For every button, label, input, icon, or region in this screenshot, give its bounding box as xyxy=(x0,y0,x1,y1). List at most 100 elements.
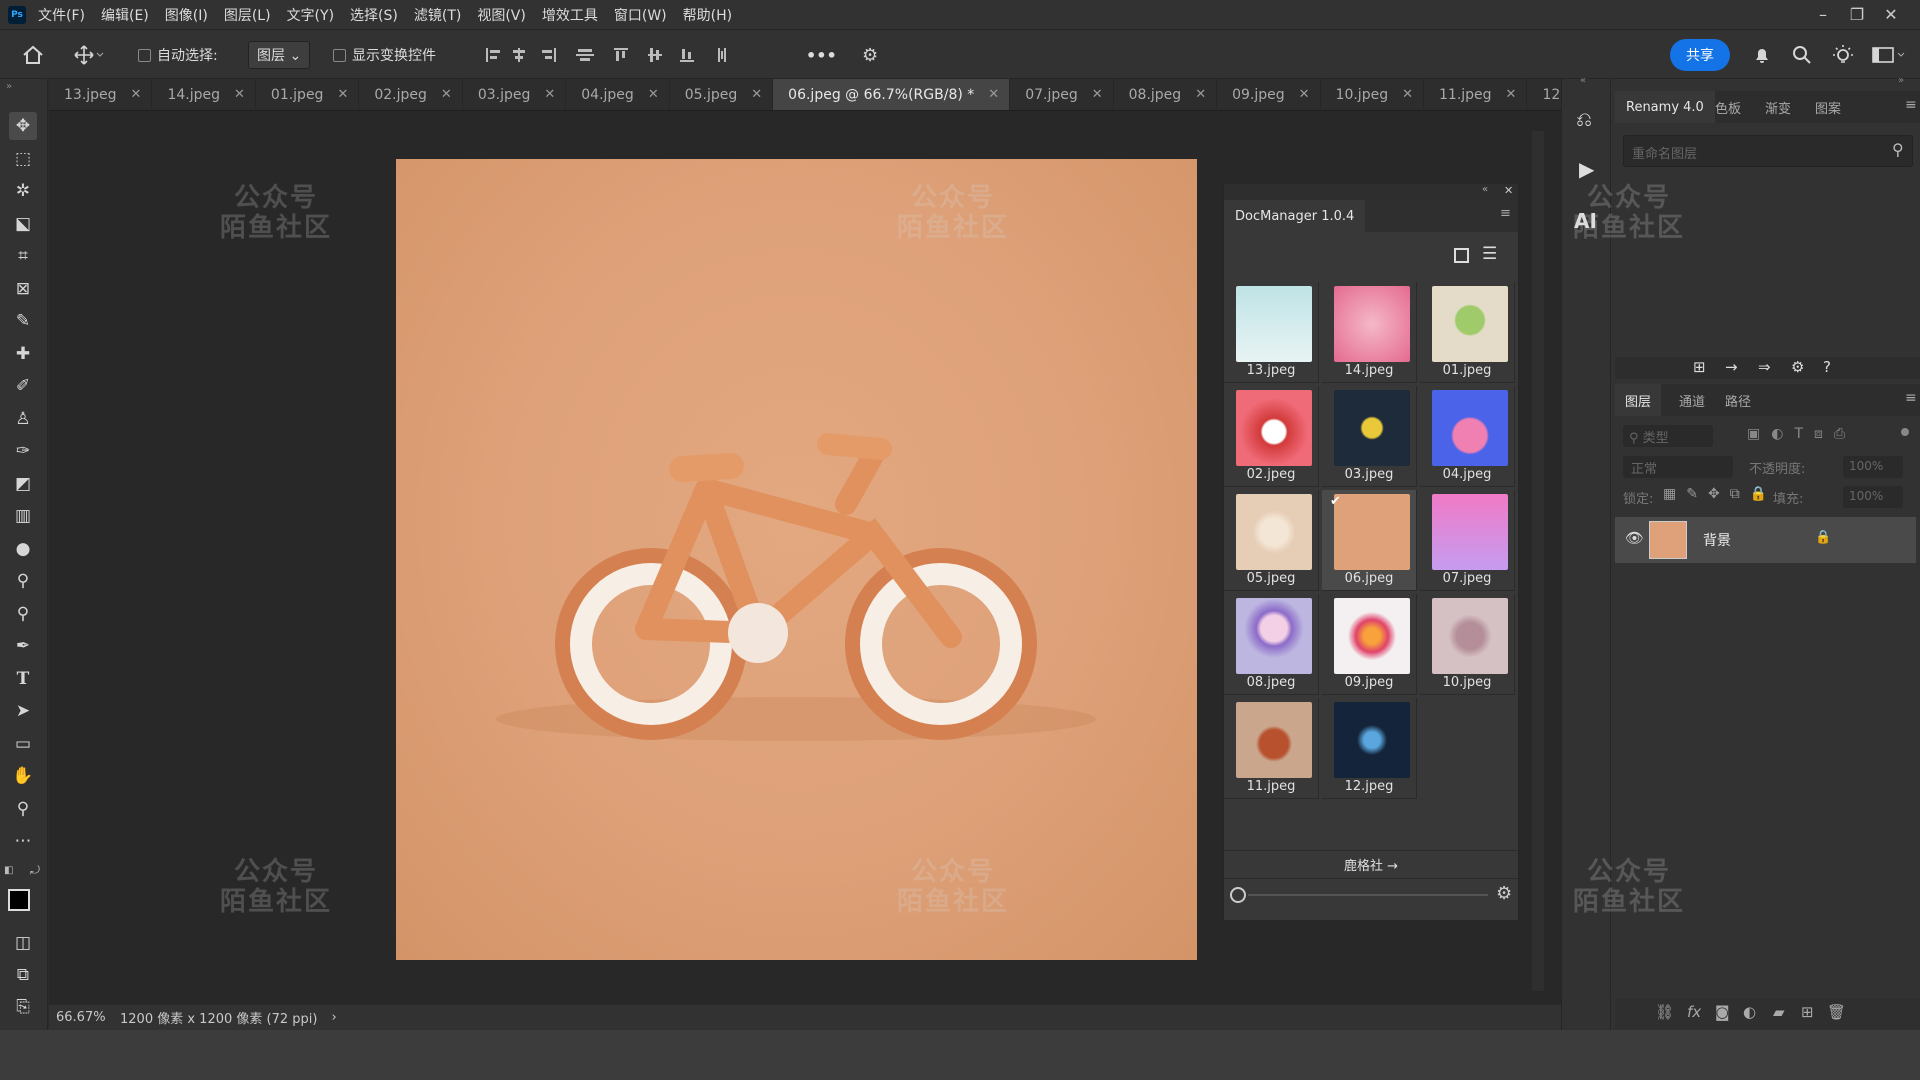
panel-menu-icon[interactable]: ≡ xyxy=(1905,97,1917,113)
panel-drag-bar[interactable]: « ✕ xyxy=(1224,184,1518,200)
tab-10[interactable]: 10.jpeg ✕ xyxy=(1320,79,1424,110)
gear-icon[interactable]: ⚙ xyxy=(1791,358,1804,376)
fill-input[interactable]: 100% xyxy=(1843,486,1903,508)
fx-icon[interactable]: fx xyxy=(1687,1003,1701,1021)
adjustment-layer-icon[interactable]: ◐ xyxy=(1743,1003,1756,1021)
tab-layers[interactable]: 图层 xyxy=(1615,384,1662,416)
tab-paths[interactable]: 路径 xyxy=(1725,391,1751,410)
help-icon[interactable]: ? xyxy=(1823,358,1831,376)
auto-select-checkbox[interactable] xyxy=(138,48,151,62)
close-icon[interactable]: ✕ xyxy=(648,87,659,102)
pen-tool-icon[interactable]: ✒ xyxy=(9,632,37,660)
crop-tool-icon[interactable]: ⌗ xyxy=(9,242,37,270)
status-arrow-icon[interactable]: › xyxy=(331,1010,336,1025)
more-options-icon[interactable]: ••• xyxy=(806,30,837,80)
collapse-icon[interactable]: » xyxy=(6,81,12,92)
default-colors-icon[interactable]: ◧ xyxy=(4,865,13,876)
menu-plugins[interactable]: 增效工具 xyxy=(542,5,598,25)
tab-06-active[interactable]: 06.jpeg @ 66.7%(RGB/8) * ✕ xyxy=(773,79,1011,110)
tab-04[interactable]: 04.jpeg ✕ xyxy=(566,79,670,110)
rename-input[interactable]: 重命名图层 ⚲ xyxy=(1623,135,1913,167)
list-item[interactable]: 08.jpeg xyxy=(1224,594,1319,695)
tab-07[interactable]: 07.jpeg ✕ xyxy=(1010,79,1114,110)
brush-tool-icon[interactable]: ✐ xyxy=(9,372,37,400)
zoom-tool-icon[interactable]: ⚲ xyxy=(9,795,37,823)
list-item[interactable]: 01.jpeg xyxy=(1420,282,1515,383)
quick-mask-icon[interactable]: ◫ xyxy=(9,929,37,957)
size-slider-track[interactable] xyxy=(1248,894,1488,896)
tab-11[interactable]: 11.jpeg ✕ xyxy=(1424,79,1528,110)
list-item[interactable]: ✔ 06.jpeg xyxy=(1322,490,1417,591)
collapse-icon[interactable]: « xyxy=(1482,184,1488,195)
search-icon[interactable]: ⚲ xyxy=(1892,140,1904,159)
close-window-button[interactable]: ✕ xyxy=(1874,5,1908,24)
tab-swatches[interactable]: 色板 xyxy=(1715,98,1741,117)
layer-row[interactable]: 👁 背景 🔒 xyxy=(1615,517,1916,563)
history-brush-tool-icon[interactable]: ✑ xyxy=(9,437,37,465)
folder-icon[interactable]: ▰ xyxy=(1773,1003,1785,1021)
close-icon[interactable]: ✕ xyxy=(751,87,762,102)
layer-filter-icons[interactable]: ▣◐T⧈⎙ xyxy=(1747,426,1856,442)
list-item[interactable]: 11.jpeg xyxy=(1224,698,1319,799)
double-arrow-icon[interactable]: ⇒ xyxy=(1758,358,1771,376)
history-icon[interactable]: ⎌ xyxy=(1576,107,1592,131)
list-item[interactable]: 05.jpeg xyxy=(1224,490,1319,591)
list-item[interactable]: 13.jpeg xyxy=(1224,282,1319,383)
trash-icon[interactable]: 🗑 xyxy=(1827,1003,1846,1021)
sponge-tool-icon[interactable]: ⚲ xyxy=(9,600,37,628)
list-item[interactable]: 04.jpeg xyxy=(1420,386,1515,487)
hand-tool-icon[interactable]: ✋ xyxy=(9,762,37,790)
foreground-color-swatch[interactable] xyxy=(8,889,30,911)
layer-filter-dropdown[interactable]: ⚲ 类型 xyxy=(1623,425,1713,447)
workspace-icon[interactable] xyxy=(1872,30,1906,80)
eraser-tool-icon[interactable]: ◩ xyxy=(9,470,37,498)
tab-05[interactable]: 05.jpeg ✕ xyxy=(669,79,774,110)
tab-01[interactable]: 01.jpeg ✕ xyxy=(255,79,360,110)
eye-icon[interactable]: 👁 xyxy=(1625,529,1644,547)
eyedropper-tool-icon[interactable]: ✎ xyxy=(9,307,37,335)
close-icon[interactable]: ✕ xyxy=(1092,87,1103,102)
add-mask-icon[interactable]: ◙ xyxy=(1715,1003,1730,1021)
collapse-icon[interactable]: « xyxy=(1580,75,1586,86)
tab-13[interactable]: 13.jpeg ✕ xyxy=(49,79,153,110)
collapse-icon[interactable]: » xyxy=(1898,75,1904,86)
menu-view[interactable]: 视图(V) xyxy=(477,5,526,25)
show-transform-checkbox[interactable] xyxy=(333,48,346,62)
list-item[interactable]: 02.jpeg xyxy=(1224,386,1319,487)
object-select-tool-icon[interactable]: ✲ xyxy=(9,177,37,205)
close-icon[interactable]: ✕ xyxy=(1504,184,1513,197)
generative-icon[interactable]: ⎘ xyxy=(9,993,37,1021)
list-item[interactable]: 14.jpeg xyxy=(1322,282,1417,383)
layer-name[interactable]: 背景 xyxy=(1703,530,1731,550)
tab-channels[interactable]: 通道 xyxy=(1679,391,1705,410)
move-tool-icon[interactable]: ✥ xyxy=(9,112,37,140)
list-item[interactable]: 03.jpeg xyxy=(1322,386,1417,487)
lightbulb-icon[interactable] xyxy=(1832,30,1854,80)
menu-image[interactable]: 图像(I) xyxy=(165,5,208,25)
menu-layer[interactable]: 图层(L) xyxy=(224,5,271,25)
list-view-icon[interactable]: ☰ xyxy=(1482,244,1497,264)
rename-icon[interactable]: ⊞ xyxy=(1693,358,1706,376)
bell-icon[interactable] xyxy=(1752,30,1772,80)
new-layer-icon[interactable]: ⊞ xyxy=(1801,1003,1814,1021)
swap-colors-icon[interactable]: ⤾ xyxy=(30,863,40,878)
menu-file[interactable]: 文件(F) xyxy=(38,5,85,25)
type-tool-icon[interactable]: T xyxy=(9,665,37,693)
list-item[interactable]: 10.jpeg xyxy=(1420,594,1515,695)
tab-08[interactable]: 08.jpeg ✕ xyxy=(1113,79,1218,110)
close-icon[interactable]: ✕ xyxy=(1195,87,1206,102)
close-icon[interactable]: ✕ xyxy=(131,87,142,102)
panel-menu-icon[interactable]: ≡ xyxy=(1905,390,1917,406)
healing-brush-tool-icon[interactable]: ✚ xyxy=(9,340,37,368)
home-icon[interactable] xyxy=(22,30,44,80)
tab-03[interactable]: 03.jpeg ✕ xyxy=(462,79,567,110)
path-select-tool-icon[interactable]: ➤ xyxy=(9,697,37,725)
panel-menu-icon[interactable]: ≡ xyxy=(1500,206,1511,221)
rectangle-tool-icon[interactable]: ▭ xyxy=(9,730,37,758)
blend-mode-dropdown[interactable]: 正常 xyxy=(1623,456,1733,478)
document-canvas[interactable] xyxy=(396,159,1197,960)
menu-help[interactable]: 帮助(H) xyxy=(683,5,732,25)
filter-toggle[interactable] xyxy=(1901,428,1909,436)
close-icon[interactable]: ✕ xyxy=(988,87,999,102)
close-icon[interactable]: ✕ xyxy=(441,87,452,102)
